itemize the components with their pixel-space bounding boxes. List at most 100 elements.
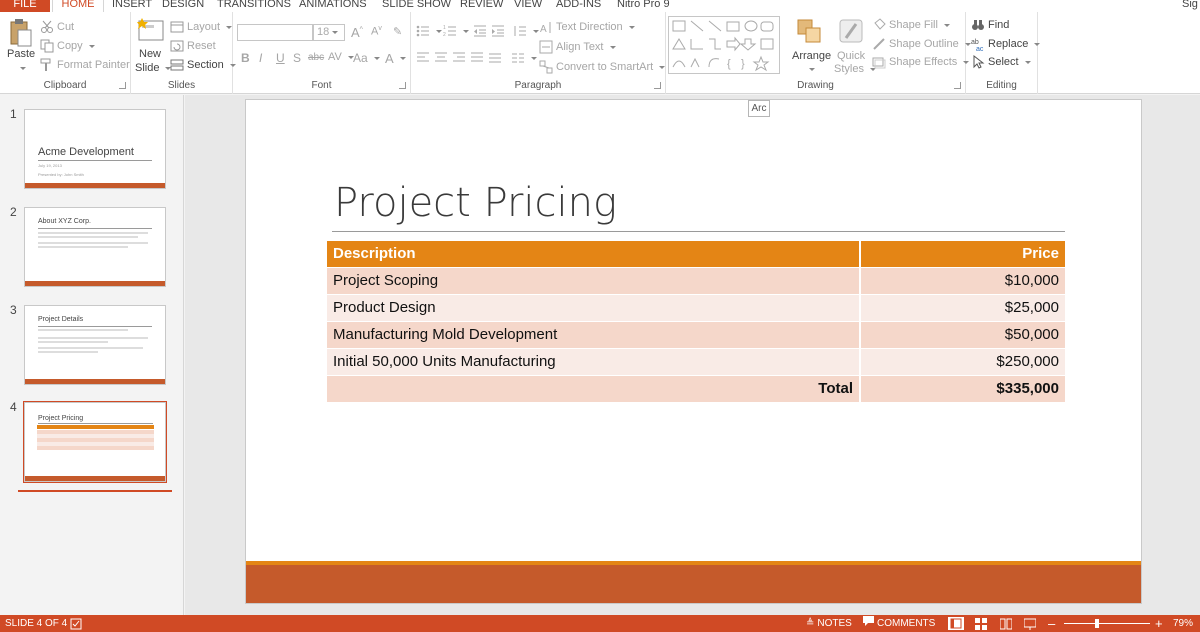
slide-sorter-button[interactable] (975, 615, 987, 632)
align-left-button[interactable] (416, 51, 430, 65)
numbering-button[interactable]: 12 (443, 24, 469, 38)
reset-button[interactable]: Reset (170, 39, 216, 53)
increase-indent-button[interactable] (491, 24, 505, 38)
comments-button[interactable]: COMMENTS (863, 615, 935, 632)
font-color-button[interactable]: A (385, 51, 406, 66)
row-description[interactable]: Initial 50,000 Units Manufacturing (327, 347, 861, 375)
quick-styles-icon[interactable] (838, 18, 864, 44)
zoom-in-button[interactable]: + (1155, 615, 1163, 632)
drawing-dialog-launcher[interactable] (954, 82, 961, 89)
columns-button[interactable] (511, 51, 537, 65)
notes-button[interactable]: ≜ NOTES (806, 615, 852, 632)
spellcheck-icon[interactable] (70, 615, 82, 632)
slide-thumbnails-panel[interactable]: 1 Acme Development July 19, 2013 Present… (0, 95, 184, 615)
select-button[interactable]: Select (971, 54, 1031, 69)
font-size-field[interactable]: 18 (313, 24, 345, 41)
clipboard-dialog-launcher[interactable] (119, 82, 126, 89)
reading-view-button[interactable] (1000, 615, 1012, 632)
arrange-icon[interactable] (796, 18, 822, 44)
change-case-button[interactable]: Aa (353, 51, 380, 65)
zoom-slider-track[interactable] (1064, 623, 1150, 624)
slide-thumbnail-2[interactable]: About XYZ Corp. (24, 207, 166, 287)
slide-thumbnail-4[interactable]: Project Pricing (23, 401, 167, 483)
header-price[interactable]: Price (860, 241, 1065, 267)
tab-animations[interactable]: ANIMATIONS (299, 0, 367, 12)
arrange-button[interactable]: Arrange (792, 50, 831, 62)
replace-button[interactable]: ab ac Replace (971, 37, 1041, 53)
arrange-dropdown-icon[interactable] (809, 68, 815, 71)
text-direction-button[interactable]: A Text Direction (539, 20, 635, 35)
italic-button[interactable]: I (259, 51, 262, 65)
total-label[interactable]: Total (327, 374, 861, 402)
tab-transitions[interactable]: TRANSITIONS (217, 0, 291, 12)
row-price[interactable]: $250,000 (860, 347, 1065, 375)
slideshow-button[interactable] (1024, 615, 1036, 632)
quick-styles-button[interactable]: Quick (837, 50, 865, 62)
current-slide[interactable]: Arc Project Pricing Description Price Pr… (246, 100, 1141, 603)
bold-button[interactable]: B (241, 51, 250, 65)
row-price[interactable]: $50,000 (860, 320, 1065, 348)
grow-font-button[interactable]: A^ (351, 25, 363, 40)
paragraph-dialog-launcher[interactable] (654, 82, 661, 89)
line-spacing-button[interactable] (513, 24, 539, 38)
tab-design[interactable]: DESIGN (162, 0, 204, 12)
paste-button[interactable]: Paste (7, 48, 35, 60)
row-description[interactable]: Manufacturing Mold Development (327, 320, 861, 348)
shape-outline-button[interactable]: Shape Outline (872, 37, 971, 51)
align-text-button[interactable]: Align Text (539, 40, 616, 54)
slide-title[interactable]: Project Pricing (334, 180, 617, 226)
align-center-button[interactable] (434, 51, 448, 65)
font-name-field[interactable] (237, 24, 313, 41)
tab-review[interactable]: REVIEW (460, 0, 503, 12)
new-slide-icon[interactable] (137, 16, 165, 42)
quick-styles-dropdown[interactable]: Styles (834, 63, 876, 75)
character-spacing-button[interactable]: AV (328, 51, 354, 63)
justify-button[interactable] (470, 51, 484, 65)
new-slide-button[interactable]: New (139, 48, 161, 60)
text-shadow-button[interactable]: S (293, 51, 301, 65)
distributed-button[interactable] (488, 51, 502, 65)
format-painter-button[interactable]: Format Painter (40, 58, 130, 72)
new-slide-dropdown[interactable]: Slide (135, 62, 172, 74)
convert-smartart-button[interactable]: Convert to SmartArt (539, 60, 666, 74)
normal-view-button[interactable] (948, 617, 964, 630)
find-button[interactable]: Find (971, 18, 1009, 32)
zoom-level[interactable]: 79% (1173, 615, 1193, 632)
slide-thumbnail-3[interactable]: Project Details (24, 305, 166, 385)
shape-fill-button[interactable]: Shape Fill (872, 18, 950, 32)
shapes-gallery[interactable]: { } (668, 16, 780, 74)
decrease-indent-button[interactable] (473, 24, 487, 38)
shape-effects-button[interactable]: Shape Effects (872, 55, 970, 69)
font-dialog-launcher[interactable] (399, 82, 406, 89)
tab-nitro-pro[interactable]: Nitro Pro 9 (617, 0, 670, 12)
tab-view[interactable]: VIEW (514, 0, 542, 12)
tab-add-ins[interactable]: ADD-INS (556, 0, 601, 12)
row-price[interactable]: $25,000 (860, 293, 1065, 321)
tab-file[interactable]: FILE (0, 0, 50, 12)
cut-button[interactable]: Cut (40, 20, 74, 34)
clear-formatting-button[interactable]: ✎ (393, 25, 402, 38)
strikethrough-button[interactable]: abc (308, 52, 324, 63)
row-description[interactable]: Product Design (327, 293, 861, 321)
sign-in-link[interactable]: Sig (1182, 0, 1198, 12)
shrink-font-button[interactable]: Av (371, 25, 382, 38)
paste-icon[interactable] (8, 18, 32, 48)
copy-button[interactable]: Copy (40, 39, 95, 53)
header-description[interactable]: Description (327, 241, 861, 267)
tab-slide-show[interactable]: SLIDE SHOW (382, 0, 451, 12)
layout-button[interactable]: Layout (170, 20, 233, 34)
tab-insert[interactable]: INSERT (112, 0, 152, 12)
total-value[interactable]: $335,000 (860, 374, 1065, 402)
zoom-out-button[interactable]: – (1048, 615, 1055, 632)
zoom-slider-handle[interactable] (1095, 619, 1099, 628)
slide-thumbnail-1[interactable]: Acme Development July 19, 2013 Presented… (24, 109, 166, 189)
section-button[interactable]: Section (170, 58, 236, 72)
row-description[interactable]: Project Scoping (327, 266, 861, 294)
paste-dropdown-icon[interactable] (20, 67, 26, 70)
pricing-table[interactable]: Description Price Project Scoping $10,00… (327, 241, 1065, 402)
tab-home[interactable]: HOME (52, 0, 104, 12)
bullets-button[interactable] (416, 24, 442, 38)
align-right-button[interactable] (452, 51, 466, 65)
row-price[interactable]: $10,000 (860, 266, 1065, 294)
underline-button[interactable]: U (276, 51, 285, 65)
